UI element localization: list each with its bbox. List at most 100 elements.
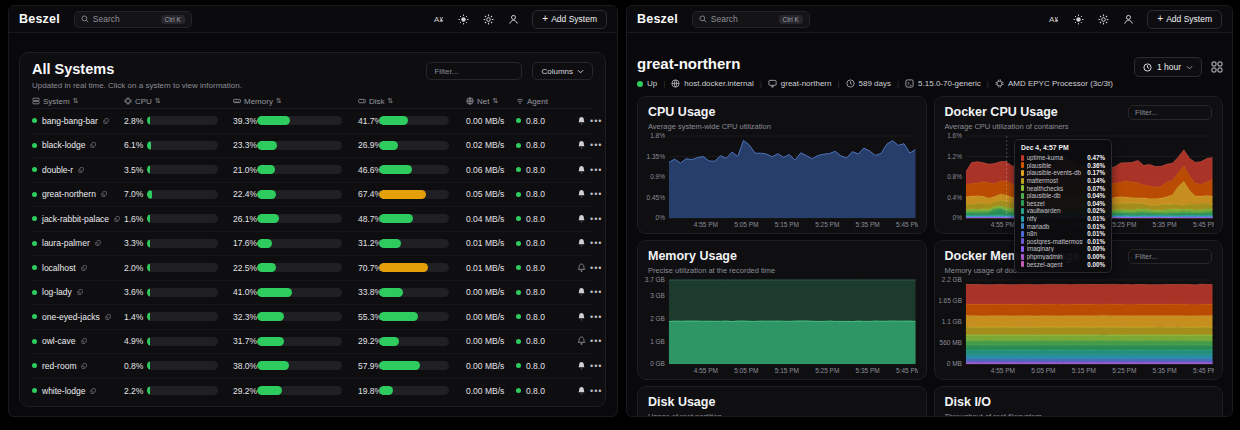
cpu-icon: [124, 97, 132, 105]
cpu-value: 3.6%: [124, 287, 147, 297]
column-header-net[interactable]: Net⇅: [466, 97, 516, 106]
disk-value: 33.8%: [358, 287, 379, 297]
container-filter-input[interactable]: Filter...: [1128, 105, 1212, 120]
column-header-memory[interactable]: Memory⇅: [233, 97, 358, 106]
chart-card-disk: Disk UsageUsage of root partition: [637, 386, 927, 417]
add-system-button[interactable]: +Add System: [532, 10, 607, 29]
meta-badge-monitor: great-northern|: [768, 79, 840, 88]
memory-meter: [257, 239, 342, 248]
theme-toggle-button[interactable]: [1071, 12, 1086, 27]
column-header-system[interactable]: System⇅: [32, 97, 124, 106]
svg-text:5:05 PM: 5:05 PM: [734, 367, 758, 374]
notifications-bell-button[interactable]: [572, 386, 590, 396]
row-actions-button[interactable]: •••: [590, 336, 602, 346]
settings-button[interactable]: [1096, 12, 1111, 27]
settings-button[interactable]: [481, 12, 496, 27]
chart-plot-docker-memory[interactable]: 2.2 GB1.65 GB1.1 GB560 MB0 MB4:55 PM5:05…: [939, 277, 1215, 375]
system-row-laura-palmer[interactable]: laura-palmer3.3%17.6%31.2%0.01 MB/s0.8.0…: [32, 232, 593, 257]
notifications-bell-button[interactable]: [572, 140, 590, 150]
row-actions-button[interactable]: •••: [590, 238, 602, 248]
layout-grid-button[interactable]: [1211, 61, 1223, 73]
row-actions-button[interactable]: •••: [590, 386, 602, 396]
app-logo[interactable]: Beszel: [19, 12, 60, 26]
cpu-meter: [147, 312, 218, 321]
columns-button[interactable]: Columns: [532, 62, 593, 80]
system-row-jack-rabbit-palace[interactable]: jack-rabbit-palace1.6%26.1%48.7%0.04 MB/…: [32, 207, 593, 232]
svg-text:5:25 PM: 5:25 PM: [1112, 367, 1136, 374]
system-row-red-room[interactable]: red-room0.8%38.0%57.9%0.00 MB/s0.8.0•••: [32, 354, 593, 379]
column-header-cpu[interactable]: CPU⇅: [124, 97, 233, 106]
notifications-bell-button[interactable]: [572, 238, 590, 248]
net-value: 0.05 MB/s: [466, 189, 516, 199]
row-actions-button[interactable]: •••: [590, 214, 602, 224]
systems-filter-input[interactable]: Filter...: [426, 62, 522, 80]
theme-toggle-button[interactable]: [456, 12, 471, 27]
svg-text:5:35 PM: 5:35 PM: [856, 221, 880, 228]
disk-meter: [379, 386, 449, 395]
agent-status-dot: [516, 388, 521, 393]
add-system-button[interactable]: +Add System: [1147, 10, 1222, 29]
row-actions-button[interactable]: •••: [590, 361, 602, 371]
column-header-disk[interactable]: Disk⇅: [358, 97, 466, 106]
row-actions-button[interactable]: •••: [590, 116, 602, 126]
notifications-bell-button[interactable]: [572, 287, 590, 297]
agent-version: 0.8.0: [526, 361, 545, 371]
app-header: Beszel Search Ctrl K A +Add System: [627, 6, 1232, 33]
net-value: 0.00 MB/s: [466, 336, 516, 346]
search-input[interactable]: Search Ctrl K: [74, 11, 192, 28]
net-value: 0.01 MB/s: [466, 263, 516, 273]
system-row-log-lady[interactable]: log-lady3.6%41.0%33.8%0.00 MB/s0.8.0•••: [32, 281, 593, 306]
system-row-owl-cave[interactable]: owl-cave4.9%31.7%29.2%0.00 MB/s0.8.0•••: [32, 330, 593, 355]
row-actions-button[interactable]: •••: [590, 165, 602, 175]
system-row-great-northern[interactable]: great-northern7.0%22.4%67.4%0.05 MB/s0.8…: [32, 183, 593, 208]
agent-status-dot: [516, 314, 521, 319]
row-actions-button[interactable]: •••: [590, 140, 602, 150]
system-name: red-room: [42, 361, 76, 371]
language-button[interactable]: A: [1046, 12, 1061, 27]
system-name: log-lady: [42, 287, 72, 297]
system-row-bang-bang-bar[interactable]: bang-bang-bar2.8%39.3%41.7%0.00 MB/s0.8.…: [32, 109, 593, 134]
system-title: great-northern: [637, 55, 1134, 72]
row-actions-button[interactable]: •••: [590, 312, 602, 322]
system-row-white-lodge[interactable]: white-lodge2.2%29.2%19.8%0.00 MB/s0.8.0•…: [32, 379, 593, 404]
language-button[interactable]: A: [431, 12, 446, 27]
notifications-bell-button[interactable]: [572, 312, 590, 322]
system-row-one-eyed-jacks[interactable]: one-eyed-jacks1.4%32.3%55.3%0.00 MB/s0.8…: [32, 305, 593, 330]
row-actions-button[interactable]: •••: [590, 263, 602, 273]
svg-text:5:35 PM: 5:35 PM: [1152, 367, 1176, 374]
notifications-bell-button[interactable]: [572, 116, 590, 126]
container-filter-input[interactable]: Filter...: [1128, 249, 1212, 264]
system-row-black-lodge[interactable]: black-lodge6.1%23.3%26.9%0.02 MB/s0.8.0•…: [32, 134, 593, 159]
disk-meter: [379, 165, 449, 174]
systems-table: System⇅CPU⇅Memory⇅Disk⇅Net⇅Agent bang-ba…: [32, 94, 593, 403]
row-actions-button[interactable]: •••: [590, 189, 602, 199]
cpu-value: 2.0%: [124, 263, 147, 273]
notifications-bell-button[interactable]: [572, 361, 590, 371]
time-range-select[interactable]: 1 hour: [1134, 57, 1202, 77]
notifications-bell-button[interactable]: [572, 165, 590, 175]
chart-plot-memory[interactable]: 3.7 GB3 GB2 GB1 GB0 GB4:55 PM5:05 PM5:15…: [642, 277, 918, 375]
chart-plot-cpu[interactable]: 1.8%1.35%0.9%0.45%0%4:55 PM5:05 PM5:15 P…: [642, 133, 918, 229]
agent-status-dot: [516, 265, 521, 270]
notifications-bell-button[interactable]: [572, 214, 590, 224]
user-button[interactable]: [506, 12, 521, 27]
notifications-bell-button[interactable]: [572, 336, 590, 346]
system-row-localhost[interactable]: localhost2.0%22.5%70.7%0.01 MB/s0.8.0•••: [32, 256, 593, 281]
memory-value: 17.6%: [233, 238, 257, 248]
search-input[interactable]: Search Ctrl K: [692, 11, 810, 28]
sort-icon: ⇅: [73, 97, 79, 105]
notifications-bell-button[interactable]: [572, 263, 590, 273]
agent-version: 0.8.0: [526, 386, 545, 396]
svg-text:A: A: [434, 15, 440, 24]
row-actions-button[interactable]: •••: [590, 287, 602, 297]
tooltip-row-plausible-db: plausible-db0.04%: [1021, 192, 1105, 200]
sort-icon: ⇅: [155, 97, 161, 105]
external-link-icon: [77, 289, 83, 295]
column-header-agent[interactable]: Agent: [516, 97, 572, 106]
svg-text:0 GB: 0 GB: [650, 360, 665, 367]
notifications-bell-button[interactable]: [572, 189, 590, 199]
user-button[interactable]: [1121, 12, 1136, 27]
system-row-double-r[interactable]: double-r3.5%21.0%46.6%0.06 MB/s0.8.0•••: [32, 158, 593, 183]
search-icon: [81, 15, 89, 23]
app-logo[interactable]: Beszel: [637, 12, 678, 26]
